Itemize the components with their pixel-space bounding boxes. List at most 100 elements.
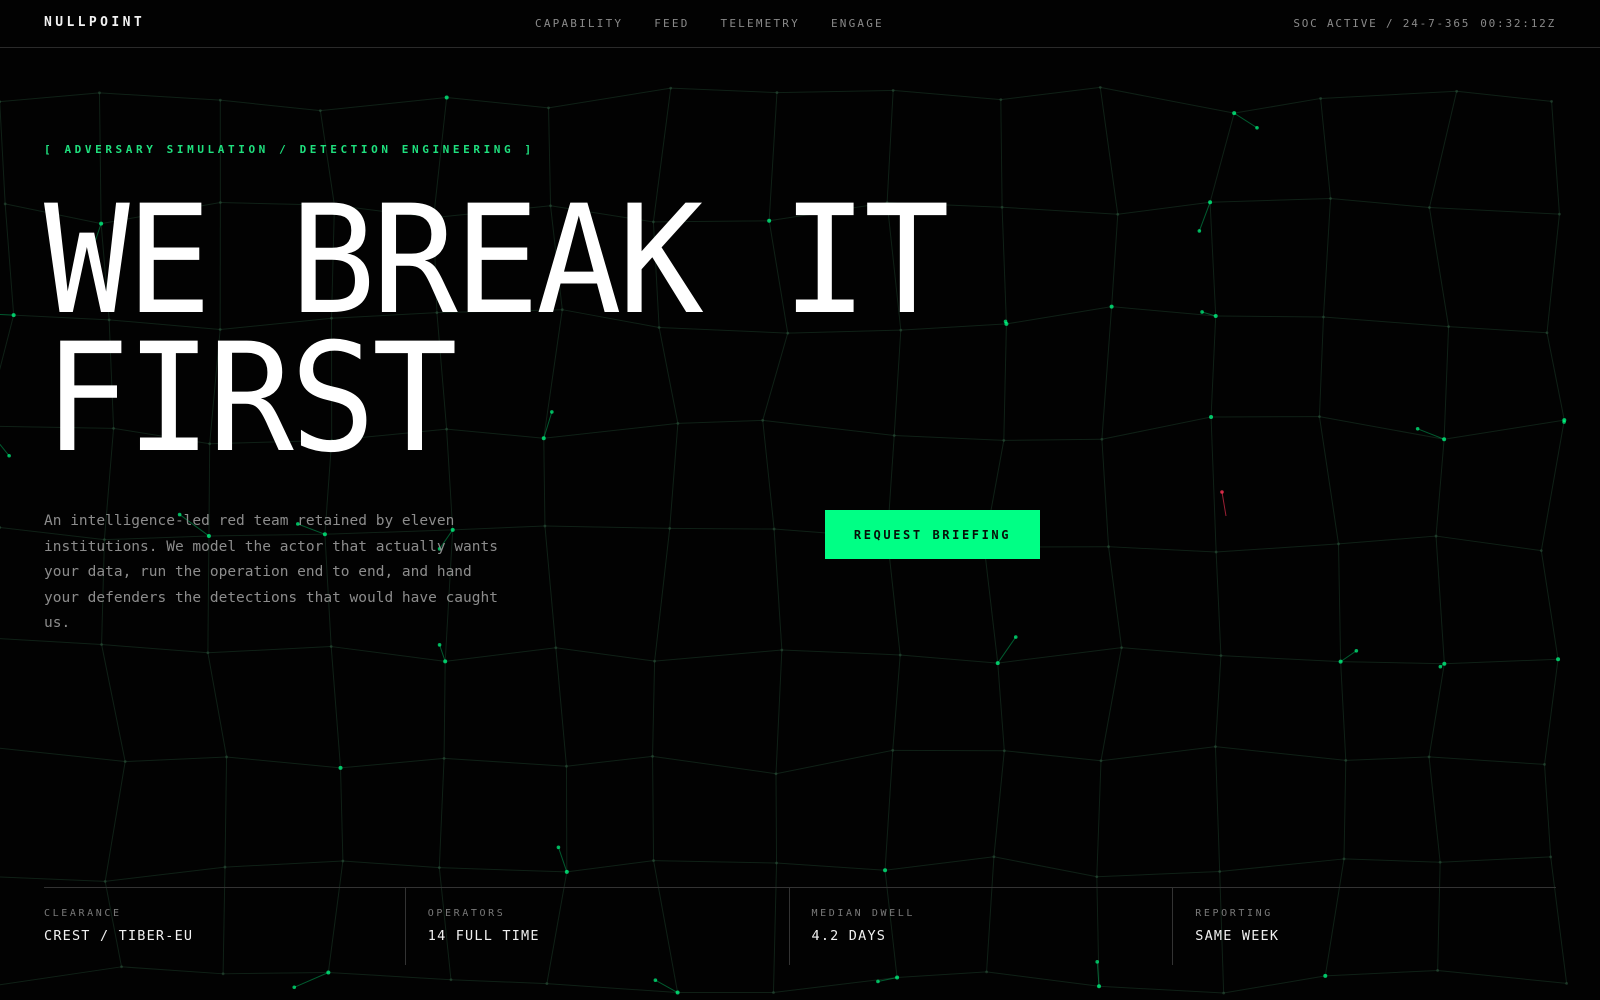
mesh-node: [1428, 206, 1431, 209]
mesh-link: [1546, 214, 1560, 333]
mesh-node: [1218, 870, 1222, 873]
mesh-link: [0, 443, 10, 457]
nav-telemetry[interactable]: TELEMETRY: [721, 17, 800, 30]
mesh-node: [775, 91, 779, 94]
mesh-link: [1098, 985, 1224, 994]
mesh-link: [1540, 550, 1559, 660]
mesh-link: [900, 654, 998, 664]
mesh-link: [775, 773, 778, 864]
mesh-link: [566, 755, 653, 767]
request-briefing-button[interactable]: REQUEST BRIEFING: [825, 510, 1040, 559]
mesh-link: [884, 750, 894, 871]
mesh-node: [1543, 763, 1546, 766]
mesh-link: [0, 966, 122, 986]
mesh-link: [1338, 535, 1437, 545]
mesh-link: [1223, 975, 1326, 994]
mesh-node: [780, 648, 784, 652]
mesh-link: [1319, 416, 1445, 440]
mesh-link: [892, 654, 901, 751]
mesh-link: [1325, 969, 1438, 977]
stat-median-dwell: MEDIAN DWELL 4.2 DAYS: [788, 888, 1173, 965]
mesh-link: [104, 761, 126, 882]
mesh-node: [225, 755, 228, 759]
mesh-node: [898, 653, 902, 657]
mesh-link: [655, 979, 678, 993]
mesh-link: [223, 971, 329, 975]
mesh-link: [1215, 315, 1324, 318]
mesh-node: [565, 764, 568, 768]
mesh-link: [654, 649, 782, 662]
soc-status-text: SOC ACTIVE / 24-7-365: [1293, 17, 1471, 30]
nav-feed[interactable]: FEED: [654, 17, 689, 30]
mesh-node: [1319, 97, 1323, 100]
mesh-link: [1220, 655, 1341, 663]
mesh-link: [1340, 661, 1445, 665]
brand-logo[interactable]: NULLPOINT: [44, 15, 145, 30]
mesh-node: [1562, 420, 1566, 424]
mesh-node: [1002, 749, 1006, 753]
mesh-link: [1437, 969, 1567, 984]
mesh-node: [1109, 304, 1114, 309]
mesh-link: [1215, 746, 1346, 761]
mesh-node: [223, 865, 227, 869]
mesh-link: [1221, 491, 1227, 517]
mesh-link: [220, 99, 321, 112]
mesh-link: [897, 971, 987, 979]
mesh-link: [0, 314, 14, 316]
stats-bar: CLEARANCE CREST / TIBER-EU OPERATORS 14 …: [44, 887, 1556, 965]
mesh-link: [1322, 198, 1332, 318]
mesh-node: [1099, 759, 1103, 763]
mesh-node: [7, 453, 11, 458]
hero-description: An intelligence-led red team retained by…: [44, 513, 498, 631]
mesh-link: [1546, 332, 1565, 421]
mesh-node: [442, 757, 446, 760]
headline-line-2: FIRST: [44, 312, 458, 486]
mesh-node: [120, 965, 123, 969]
mesh-link: [0, 747, 126, 763]
mesh-link: [1429, 207, 1560, 215]
mesh-link: [1209, 202, 1217, 317]
mesh-link: [0, 101, 6, 204]
mesh-node: [883, 868, 888, 873]
mesh-node: [653, 659, 657, 663]
mesh-link: [775, 749, 893, 775]
mesh-link: [557, 847, 568, 873]
mesh-link: [1340, 661, 1347, 761]
mesh-link: [226, 756, 341, 769]
mesh-link: [446, 97, 549, 109]
mesh-link: [993, 856, 1097, 878]
mesh-link: [1343, 858, 1441, 863]
nav-capability[interactable]: CAPABILITY: [535, 17, 623, 30]
mesh-node: [1438, 664, 1443, 669]
mesh-link: [1428, 207, 1450, 327]
mesh-link: [99, 92, 221, 101]
mesh-link: [330, 646, 342, 768]
mesh-node: [100, 643, 103, 646]
mesh-link: [546, 983, 678, 994]
mesh-node: [1415, 426, 1420, 431]
mesh-link: [1343, 760, 1347, 859]
mesh-node: [1558, 212, 1561, 216]
mesh-link: [1444, 419, 1565, 440]
mesh-node: [1120, 646, 1123, 650]
mesh-link: [125, 756, 227, 763]
mesh-node: [1455, 89, 1459, 93]
mesh-node: [1116, 212, 1120, 216]
mesh-link: [1214, 746, 1221, 872]
mesh-node: [653, 978, 658, 983]
mesh-link: [1108, 546, 1217, 553]
mesh-node: [1107, 545, 1110, 549]
nav-engage[interactable]: ENGAGE: [831, 17, 884, 30]
mesh-node: [1214, 745, 1217, 749]
mesh-node: [1329, 197, 1332, 200]
mesh-link: [4, 203, 15, 316]
mesh-link: [1219, 858, 1345, 872]
mesh-link: [1100, 86, 1235, 114]
mesh-link: [1198, 202, 1211, 232]
mesh-node: [218, 98, 222, 102]
mesh-node: [318, 109, 322, 113]
mesh-link: [328, 971, 452, 981]
mesh-link: [1096, 760, 1102, 877]
main-nav: CAPABILITY FEED TELEMETRY ENGAGE: [535, 17, 884, 30]
mesh-link: [101, 644, 208, 654]
